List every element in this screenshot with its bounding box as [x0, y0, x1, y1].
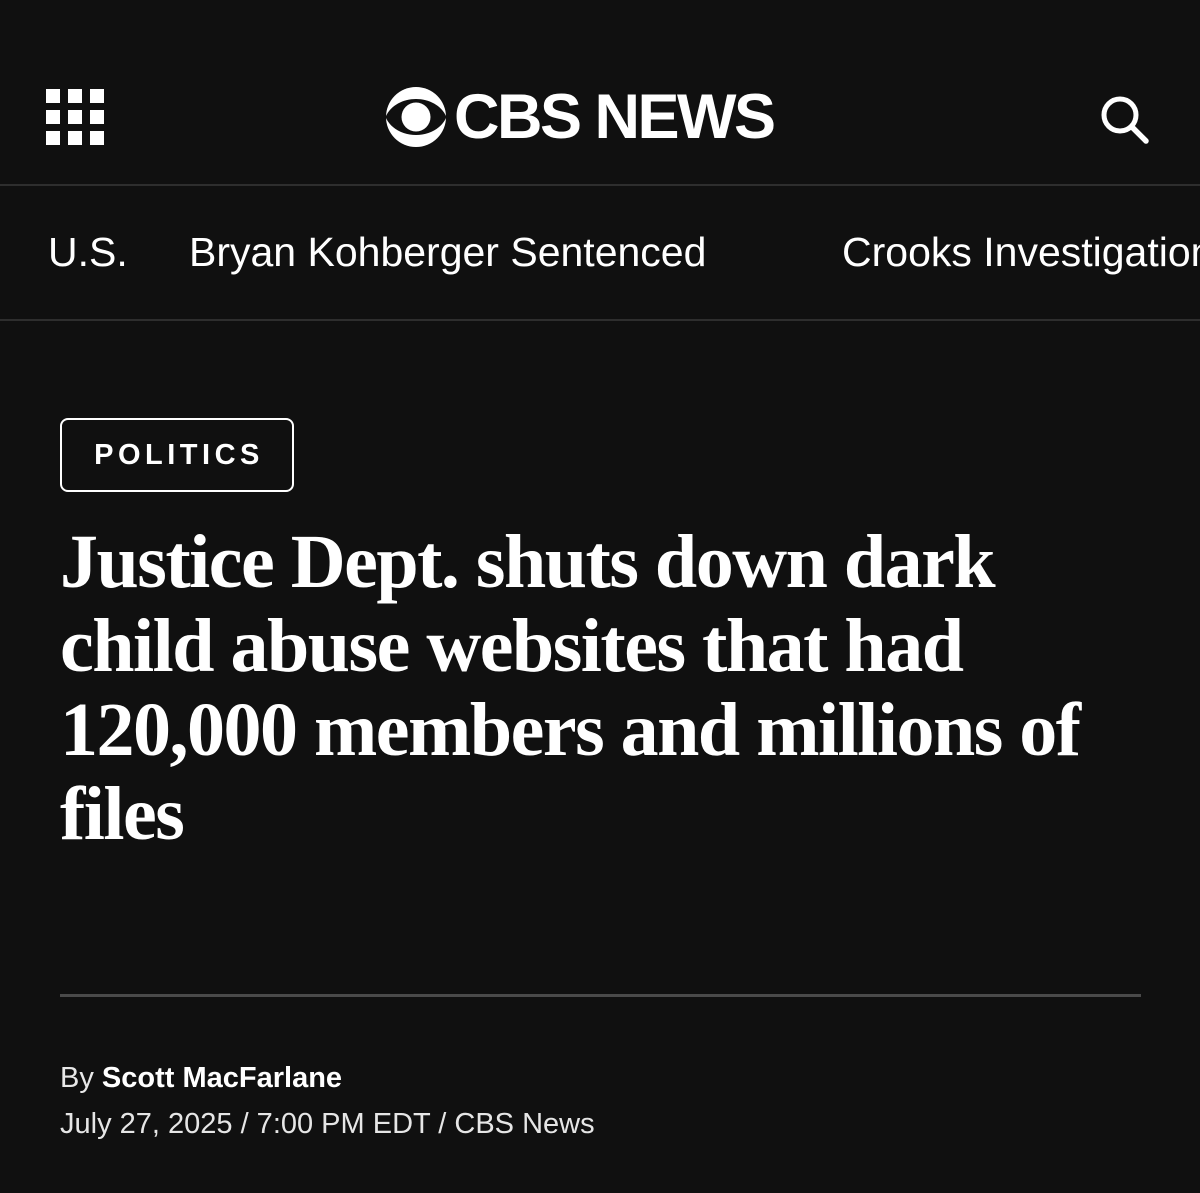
- subnav-item-kohberger-sentenced[interactable]: Bryan Kohberger Sentenced: [189, 226, 706, 278]
- category-badge[interactable]: POLITICS: [60, 418, 294, 492]
- site-header: CBS NEWS: [0, 0, 1200, 186]
- logo-wordmark: CBS NEWS: [454, 82, 776, 152]
- topic-subnav: U.S. Bryan Kohberger Sentenced Crooks In…: [0, 186, 1200, 321]
- byline: By Scott MacFarlane: [60, 1058, 342, 1098]
- author-name[interactable]: Scott MacFarlane: [102, 1062, 342, 1094]
- subnav-item-us[interactable]: U.S.: [48, 226, 128, 278]
- article-headline: Justice Dept. shuts down dark child abus…: [60, 520, 1081, 856]
- byline-prefix: By: [60, 1062, 94, 1094]
- headline-divider: [60, 994, 1141, 997]
- grid-menu-icon[interactable]: [46, 89, 104, 145]
- cbs-eye-icon: [385, 87, 447, 147]
- subnav-item-crooks-investigation[interactable]: Crooks Investigation: [842, 226, 1200, 278]
- dateline: July 27, 2025 / 7:00 PM EDT / CBS News: [60, 1108, 595, 1140]
- search-icon[interactable]: [1098, 93, 1152, 147]
- cbs-news-logo[interactable]: CBS NEWS: [384, 82, 776, 152]
